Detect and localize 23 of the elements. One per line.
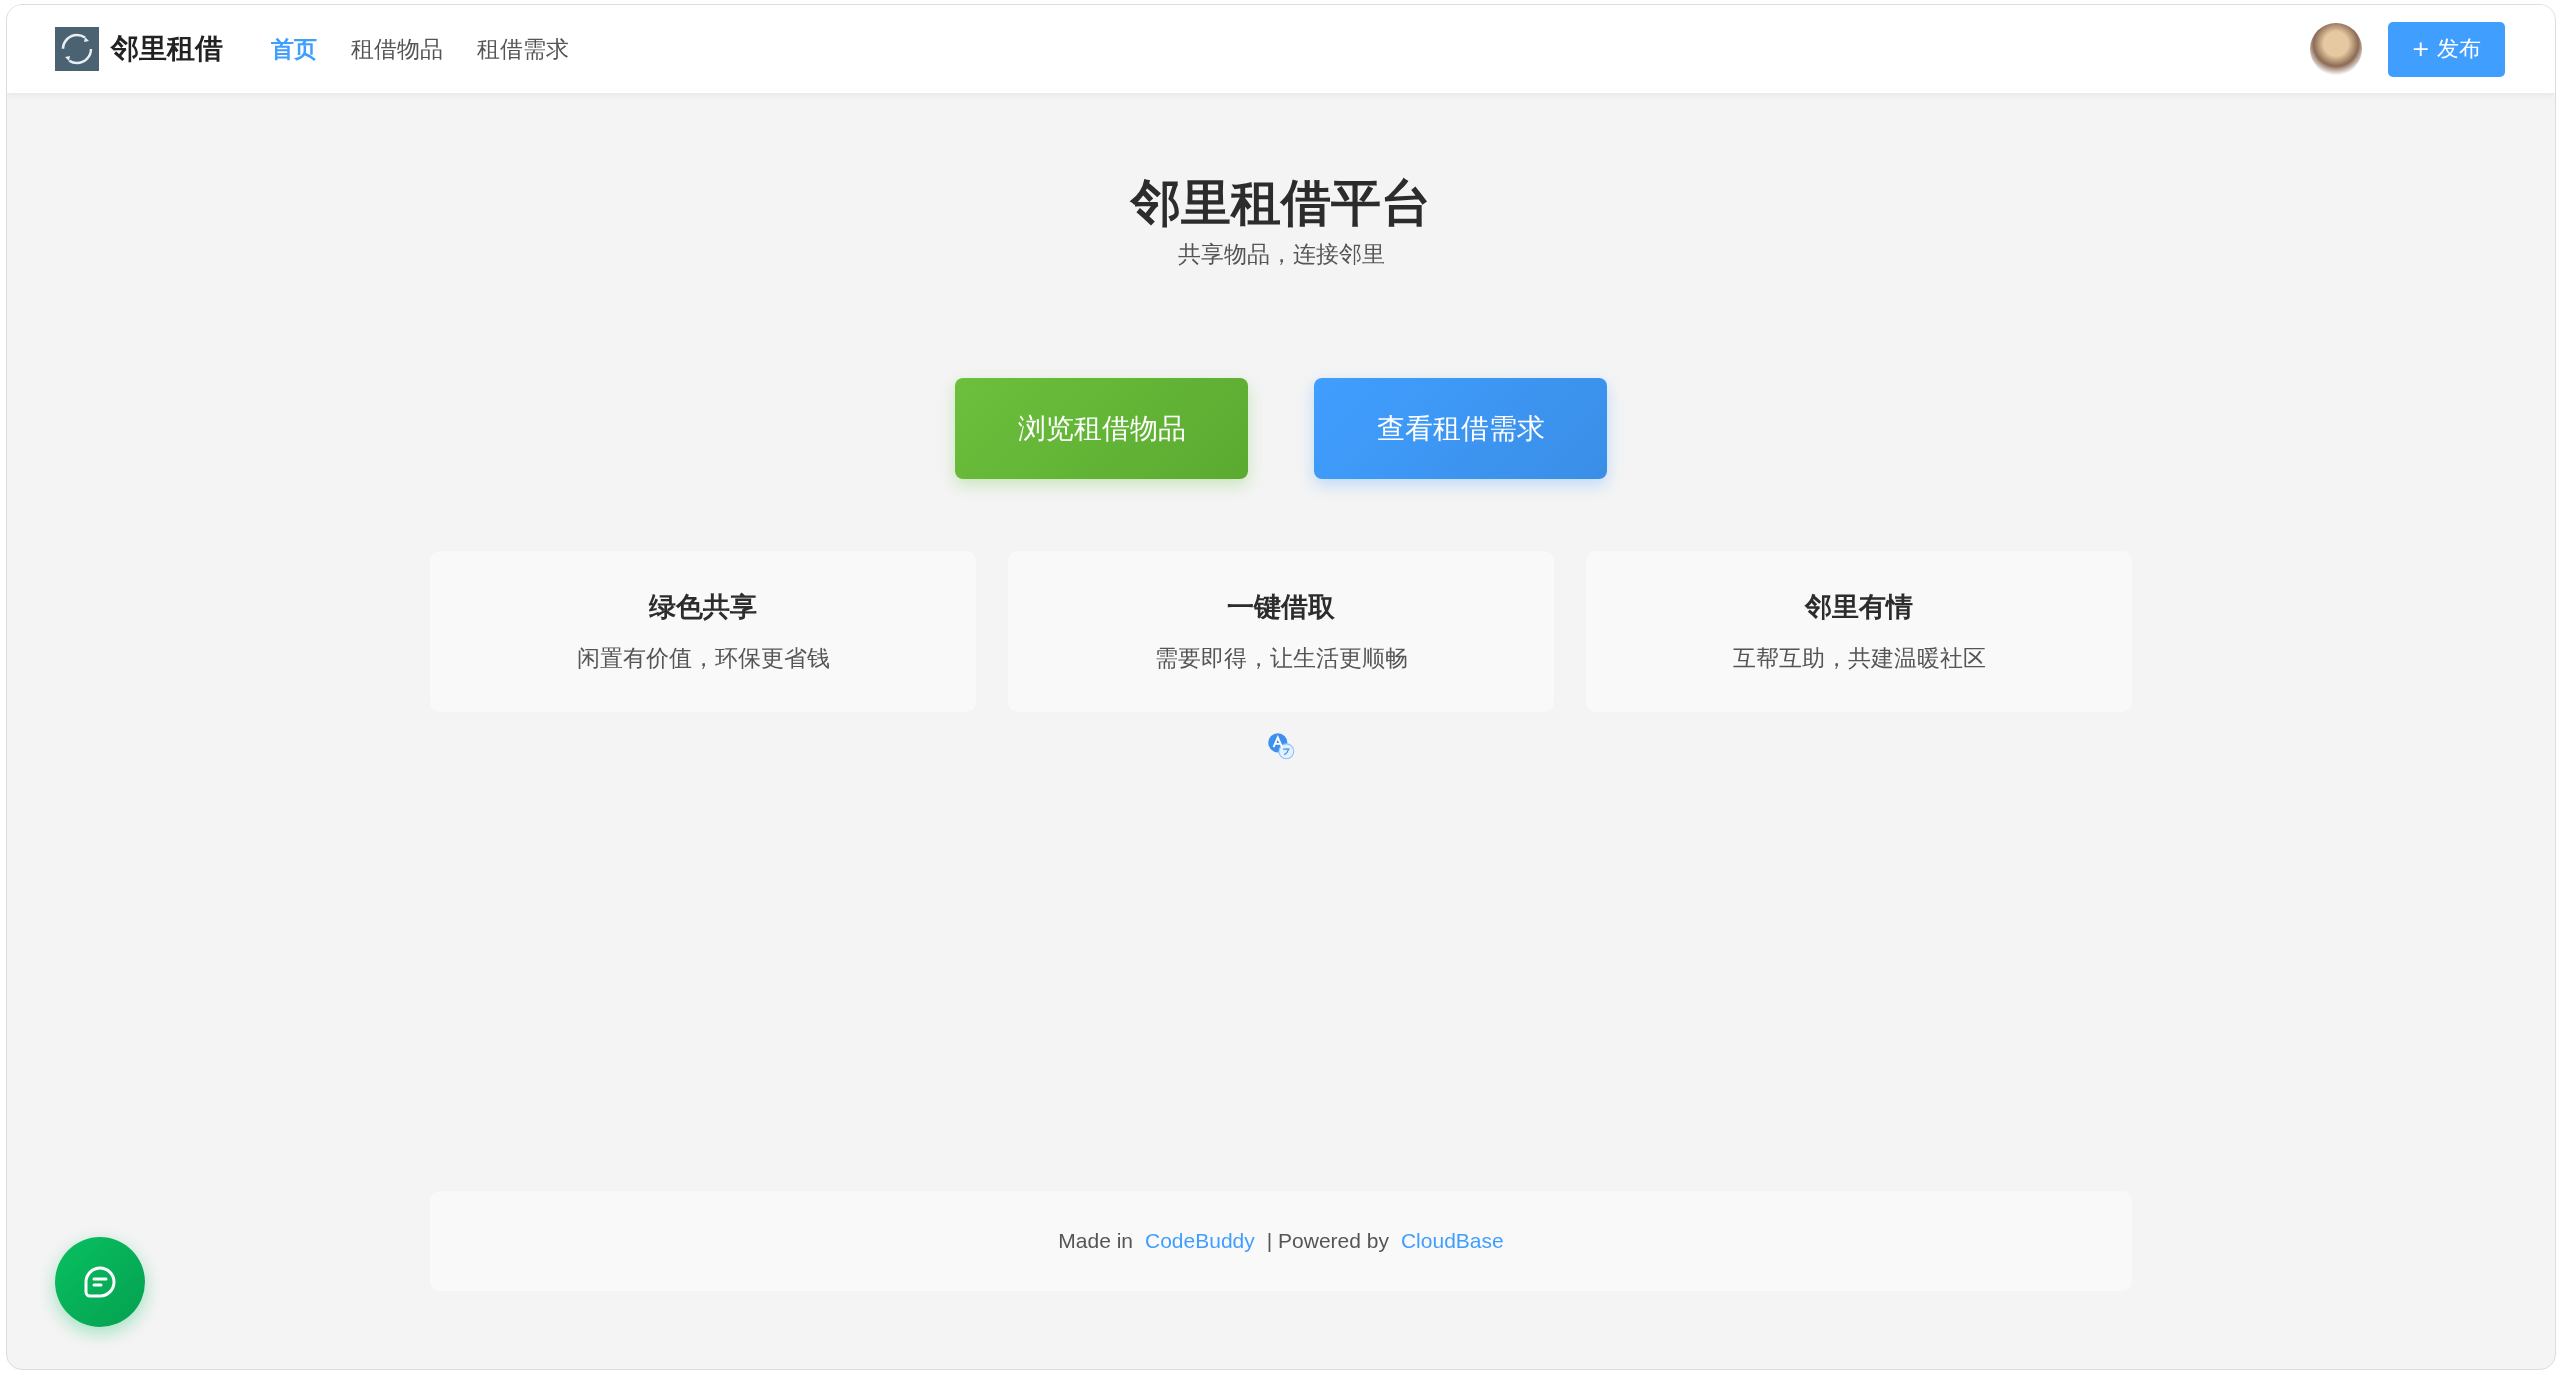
feature-description: 闲置有价值，环保更省钱 [576,644,830,673]
nav-link[interactable]: 租借需求 [477,33,569,65]
nav-link[interactable]: 首页 [271,33,317,65]
avatar[interactable] [2309,23,2362,75]
feature-description: 需要即得，让生活更顺畅 [1154,644,1408,673]
chat-button[interactable] [55,1237,145,1327]
translate-icon[interactable] [1265,730,1297,762]
publish-button[interactable]: + 发布 [2387,21,2505,77]
page-subtitle: 共享物品，连接邻里 [1177,240,1385,269]
feature-title: 绿色共享 [649,590,757,624]
logo-icon [55,27,99,71]
page-title: 邻里租借平台 [1131,173,1431,233]
view-requests-button[interactable]: 查看租借需求 [1314,378,1607,479]
footer-link[interactable]: CodeBuddy [1145,1229,1255,1253]
feature-title: 一键借取 [1227,590,1335,624]
footer-link[interactable]: CloudBase [1400,1229,1504,1253]
feature-title: 邻里有情 [1805,590,1913,624]
footer-text: Made in [1058,1229,1133,1253]
brand-name: 邻里租借 [111,31,223,67]
browse-items-button[interactable]: 浏览租借物品 [955,378,1248,479]
footer-text: | Powered by [1266,1229,1389,1253]
nav-link[interactable]: 租借物品 [351,33,443,65]
feature-description: 互帮互助，共建温暖社区 [1732,644,1986,673]
